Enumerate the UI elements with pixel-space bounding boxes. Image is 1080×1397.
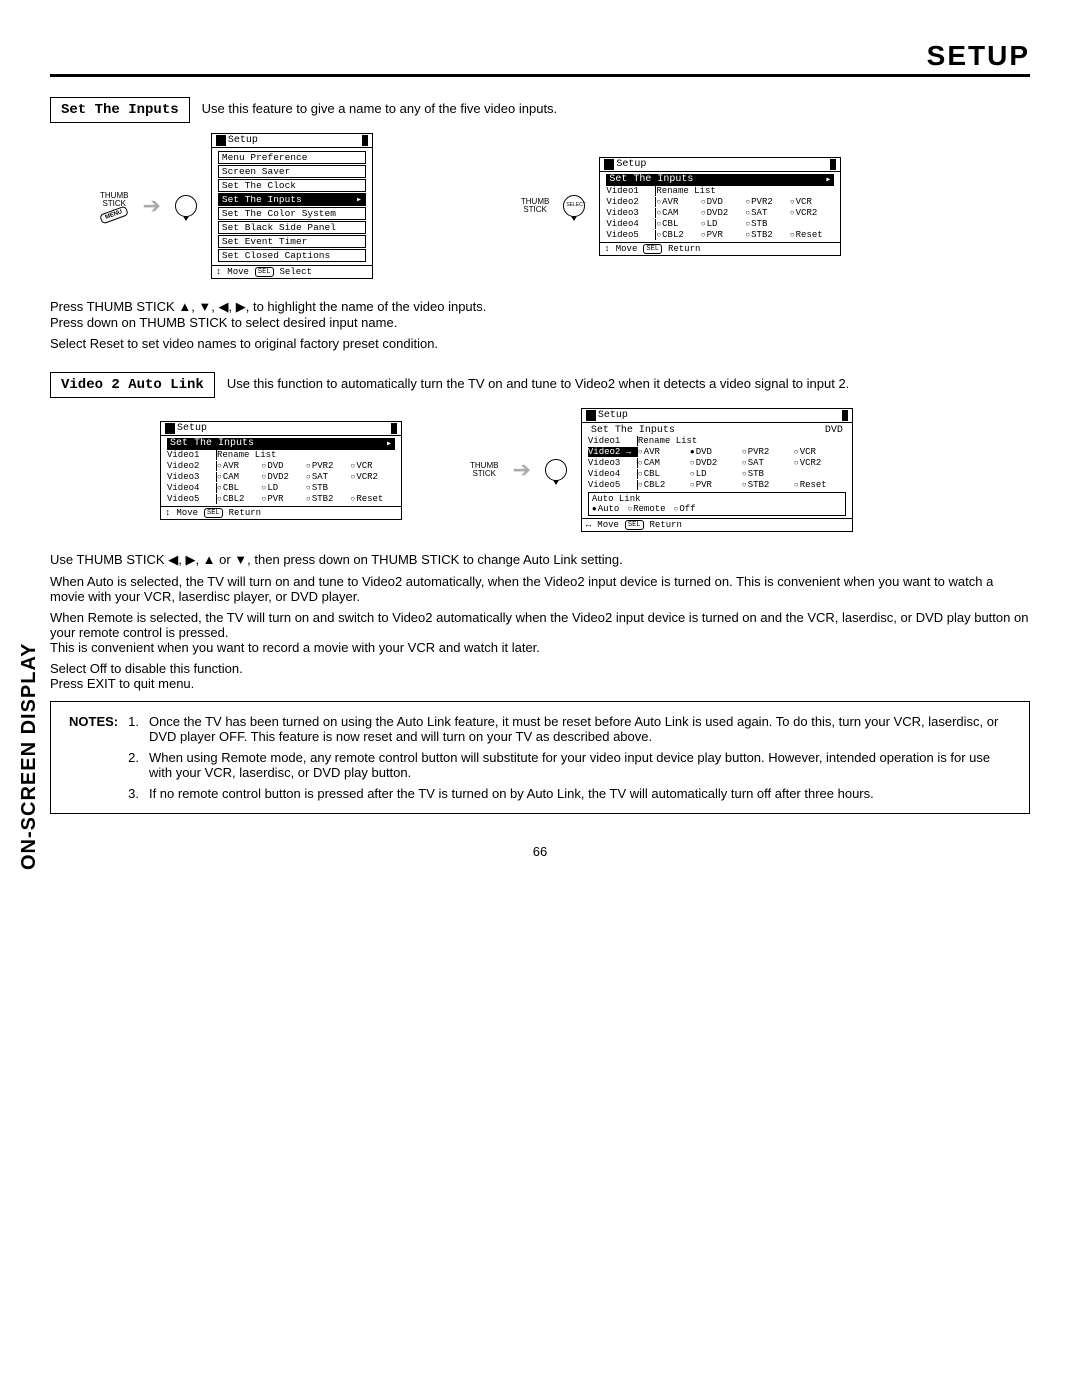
thumb-stick-icon: [545, 459, 567, 481]
instruction-text: Select Off to disable this function.: [50, 661, 1030, 676]
thumb-stick-icon: [175, 195, 197, 217]
section-desc: Use this feature to give a name to any o…: [202, 97, 1030, 116]
page-header: SETUP: [50, 40, 1030, 77]
thumb-stick-label: THUMBSTICK: [470, 462, 498, 479]
instruction-text: When Auto is selected, the TV will turn …: [50, 574, 1030, 604]
osd-set-inputs: Setup Set The Inputs▸ Video1Rename ListV…: [160, 421, 402, 520]
select-icon: SELECT: [563, 195, 585, 217]
thumb-stick-label: THUMBSTICK: [521, 198, 549, 215]
notes-box: NOTES: 1. Once the TV has been turned on…: [50, 701, 1030, 814]
menu-button-icon: MENU: [100, 206, 129, 225]
instruction-text: This is convenient when you want to reco…: [50, 640, 1030, 655]
osd-set-inputs: Setup Set The Inputs▸ Video1Rename ListV…: [599, 157, 841, 256]
arrow-icon: ➔: [142, 193, 160, 219]
arrow-icon: ➔: [512, 457, 530, 483]
section-tab: ON-SCREEN DISPLAY: [18, 643, 41, 870]
section-title-set-inputs: Set The Inputs: [50, 97, 190, 123]
instruction-text: Select Reset to set video names to origi…: [50, 336, 1030, 351]
instruction-text: Press EXIT to quit menu.: [50, 676, 1030, 691]
instruction-text: Press THUMB STICK ▲, ▼, ◀, ▶, to highlig…: [50, 299, 1030, 315]
osd-setup-menu: Setup Menu PreferenceScreen SaverSet The…: [211, 133, 373, 279]
instruction-text: Use THUMB STICK ◀, ▶, ▲ or ▼, then press…: [50, 552, 1030, 568]
section-desc: Use this function to automatically turn …: [227, 372, 1030, 391]
page-number: 66: [50, 844, 1030, 859]
instruction-text: When Remote is selected, the TV will tur…: [50, 610, 1030, 640]
section-title-auto-link: Video 2 Auto Link: [50, 372, 215, 398]
osd-set-inputs-autolink: Setup Set The InputsDVD Video1Rename Lis…: [581, 408, 853, 532]
instruction-text: Press down on THUMB STICK to select desi…: [50, 315, 1030, 330]
